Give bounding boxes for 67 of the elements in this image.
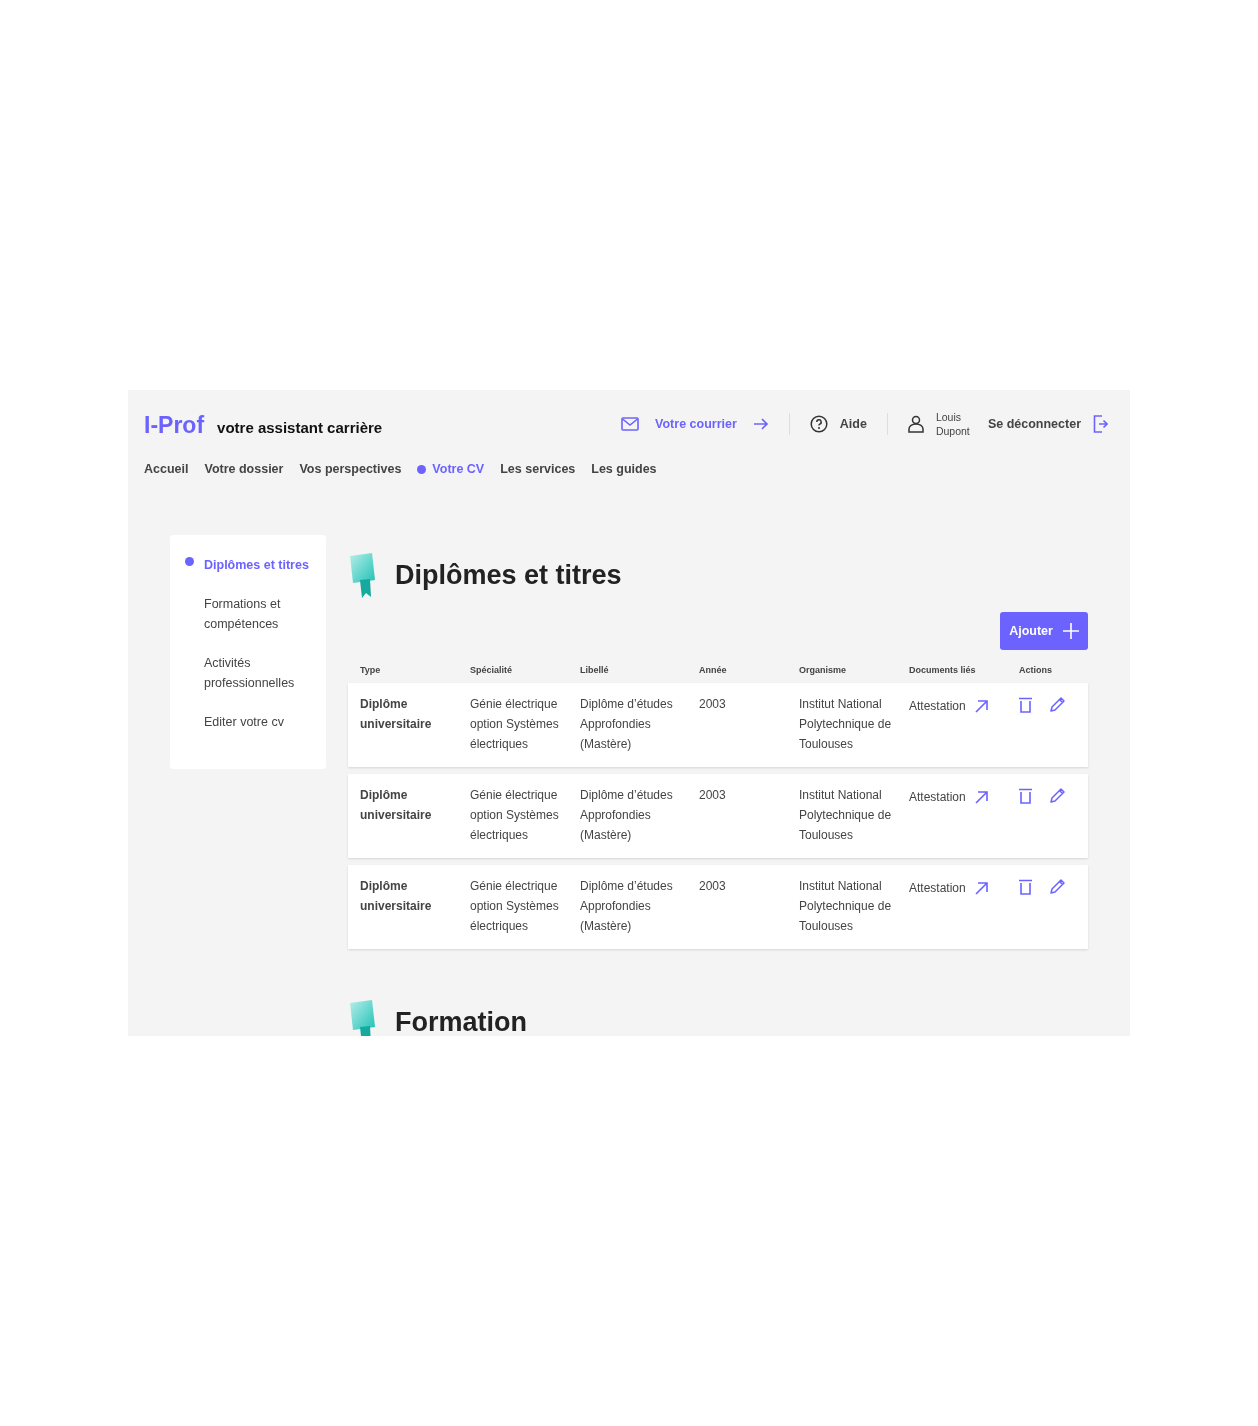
section-title: Formation <box>395 1006 527 1036</box>
table-cell-text: Institut National Polytechnique de Toulouses <box>799 878 893 935</box>
table-cell-text: 2003 <box>699 878 727 895</box>
logout-link[interactable]: Se déconnecter <box>987 415 1108 433</box>
logo[interactable]: I-Prof <box>144 411 205 439</box>
arrow-up-right-icon <box>974 790 988 804</box>
help-icon <box>809 415 828 433</box>
sidebar-item[interactable]: Editer votre cv <box>170 712 326 732</box>
table-cell-text: Diplôme d’études Approfondies (Mastère) <box>580 696 674 753</box>
table-cell-text: Génie électrique option Systèmes électriques <box>470 878 560 935</box>
edit-button[interactable] <box>1050 697 1065 712</box>
table-cell-text: Institut National Polytechnique de Toulouses <box>799 787 893 844</box>
ribbon-icon <box>348 999 376 1036</box>
tagline: votre assistant carrière <box>217 418 383 436</box>
nav-tab[interactable]: Accueil <box>144 462 189 476</box>
table-cell-text: Génie électrique option Systèmes électriques <box>470 787 560 844</box>
column-header: Actions <box>1019 665 1053 675</box>
edit-button[interactable] <box>1050 879 1065 894</box>
plus-icon <box>1062 623 1079 639</box>
table-cell-text: Diplôme universitaire <box>360 878 433 915</box>
table-cell-text: 2003 <box>699 696 727 713</box>
nav-tab[interactable]: Les guides <box>591 462 657 476</box>
add-button[interactable]: Ajouter <box>1000 612 1088 650</box>
table-cell-text: Diplôme d’études Approfondies (Mastère) <box>580 787 674 844</box>
table-cell-text: 2003 <box>699 787 727 804</box>
trash-icon <box>1019 788 1032 804</box>
trash-icon <box>1019 697 1032 713</box>
delete-button[interactable] <box>1019 879 1032 895</box>
table-cell-text: Diplôme universitaire <box>360 696 433 733</box>
pencil-icon <box>1050 788 1065 803</box>
nav-tab[interactable]: Votre dossier <box>204 462 284 476</box>
trash-icon <box>1019 879 1032 895</box>
sidebar-item[interactable]: Activités professionnelles <box>170 653 326 693</box>
user-name: Louis Dupont <box>935 410 971 438</box>
section-title: Diplômes et titres <box>395 559 622 591</box>
arrow-up-right-icon <box>974 881 988 895</box>
nav-tab[interactable]: Votre CV <box>417 462 485 476</box>
help-link[interactable]: Aide <box>809 415 867 433</box>
arrow-up-right-icon <box>974 699 988 713</box>
table-cell-text: Institut National Polytechnique de Toulouses <box>799 696 893 753</box>
table-cell-text: Diplôme universitaire <box>360 787 433 824</box>
sidebar-item[interactable]: Diplômes et titres <box>170 555 326 575</box>
column-header: Spécialité <box>470 665 514 675</box>
column-header: Organisme <box>799 665 848 675</box>
table-cell-text: Génie électrique option Systèmes électriques <box>470 696 560 753</box>
arrow-right-icon <box>752 418 769 430</box>
delete-button[interactable] <box>1019 788 1032 804</box>
user-icon <box>907 415 924 433</box>
nav-tab[interactable]: Vos perspectives <box>299 462 402 476</box>
column-header: Documents liés <box>909 665 977 675</box>
column-header: Libellé <box>580 665 610 675</box>
document-link[interactable]: Attestation <box>909 694 1019 718</box>
ribbon-icon <box>348 552 376 598</box>
pencil-icon <box>1050 879 1065 894</box>
column-header: Type <box>360 665 382 675</box>
mail-link[interactable]: Votre courrier <box>621 417 769 431</box>
table-cell-text: Diplôme d’études Approfondies (Mastère) <box>580 878 674 935</box>
mail-icon <box>621 417 640 431</box>
nav-tab[interactable]: Les services <box>500 462 576 476</box>
column-header: Année <box>699 665 728 675</box>
sidebar-item[interactable]: Formations et compétences <box>170 594 326 634</box>
pencil-icon <box>1050 697 1065 712</box>
document-link[interactable]: Attestation <box>909 785 1019 809</box>
logout-icon <box>1093 415 1108 433</box>
delete-button[interactable] <box>1019 697 1032 713</box>
document-link[interactable]: Attestation <box>909 876 1019 900</box>
edit-button[interactable] <box>1050 788 1065 803</box>
